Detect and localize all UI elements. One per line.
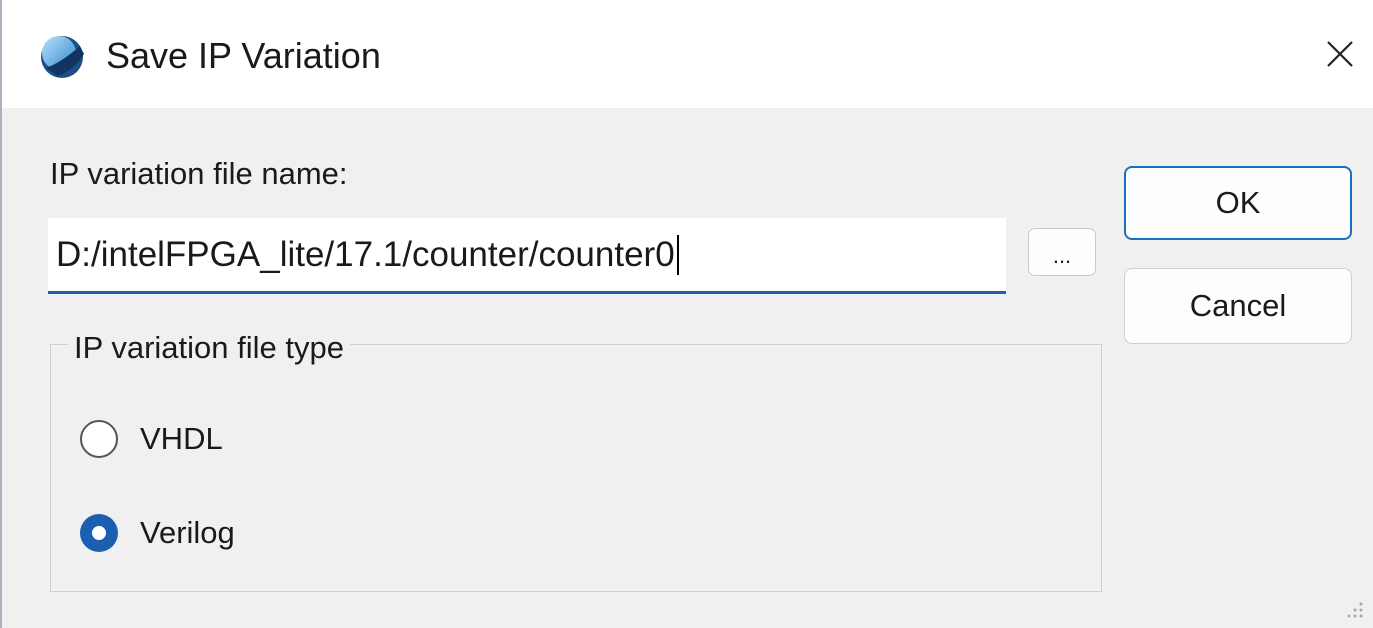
filetype-group-label: IP variation file type	[68, 330, 350, 366]
save-ip-variation-dialog: Save IP Variation IP variation file name…	[0, 0, 1373, 628]
radio-vhdl[interactable]: VHDL	[80, 420, 223, 458]
cancel-button[interactable]: Cancel	[1124, 268, 1352, 344]
filename-label: IP variation file name:	[50, 156, 348, 191]
intel-quartus-icon	[41, 36, 84, 78]
resize-grip-icon[interactable]	[1345, 600, 1365, 620]
filename-input[interactable]: D:/intelFPGA_lite/17.1/counter/counter0	[48, 218, 1006, 294]
filetype-groupbox	[50, 344, 1102, 592]
title-bar[interactable]: Save IP Variation	[2, 0, 1373, 108]
radio-unchecked-icon[interactable]	[80, 420, 118, 458]
close-button[interactable]	[1305, 0, 1373, 108]
radio-checked-icon[interactable]	[80, 514, 118, 552]
browse-button[interactable]: ...	[1028, 228, 1096, 276]
filename-value: D:/intelFPGA_lite/17.1/counter/counter0	[56, 234, 675, 274]
window-title: Save IP Variation	[106, 35, 381, 76]
text-caret	[676, 234, 679, 275]
radio-vhdl-label[interactable]: VHDL	[140, 421, 223, 457]
ok-button[interactable]: OK	[1124, 166, 1352, 240]
radio-verilog-label[interactable]: Verilog	[140, 515, 235, 551]
radio-verilog[interactable]: Verilog	[80, 514, 235, 552]
close-icon	[1327, 41, 1353, 67]
